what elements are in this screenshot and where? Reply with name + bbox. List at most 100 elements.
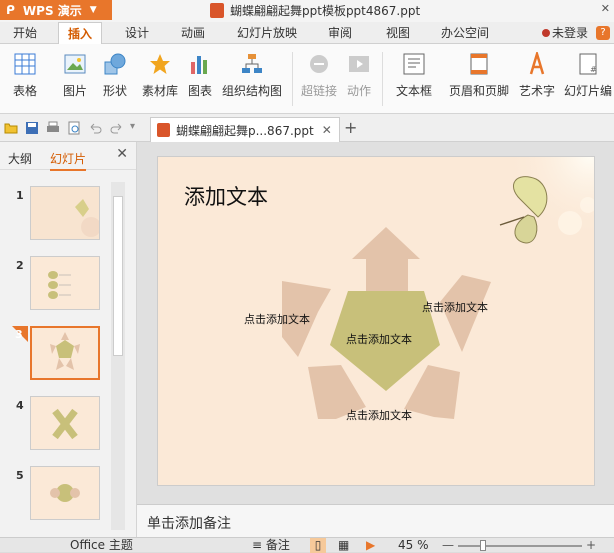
thumbnail-preview <box>31 397 99 449</box>
slideshow-view-icon[interactable]: ▶ <box>366 538 375 553</box>
notes-placeholder: 单击添加备注 <box>147 516 231 532</box>
chart-label: 图表 <box>187 84 212 98</box>
open-folder-icon[interactable] <box>4 121 18 135</box>
tab-slides[interactable]: 幻灯片 <box>50 150 87 171</box>
window-controls[interactable]: ✕ <box>601 2 610 15</box>
thumbnail-preview <box>31 257 99 309</box>
header-footer-label: 页眉和页脚 <box>448 84 509 98</box>
chart-icon <box>191 56 207 74</box>
notes-toggle[interactable]: ≡ 备注 <box>252 538 290 553</box>
panel-tabs: 大纲 幻灯片 ✕ <box>0 142 136 171</box>
slide-thumbnail-5[interactable] <box>30 466 100 520</box>
insert-orgchart-button[interactable]: 组织结构图 <box>220 52 284 108</box>
header-footer-button[interactable]: 页眉和页脚 <box>446 52 512 108</box>
close-panel-icon[interactable]: ✕ <box>116 146 128 162</box>
insert-picture-button[interactable]: 图片 <box>58 52 92 108</box>
shape-label: 形状 <box>102 84 127 98</box>
customize-arrow-icon[interactable]: ▾ <box>130 121 144 135</box>
zoom-out-icon[interactable]: — <box>442 538 454 553</box>
insert-shape-button[interactable]: 形状 <box>96 52 134 108</box>
thumbnail-preview <box>31 187 101 239</box>
document-tab-label: 蝴蝶翩翩起舞p...867.ppt <box>176 123 314 138</box>
close-icon[interactable]: ✕ <box>601 2 610 15</box>
material-library-button[interactable]: 素材库 <box>140 52 180 108</box>
tab-animation[interactable]: 动画 <box>174 22 212 44</box>
window-title: 蝴蝶翩翩起舞ppt模板ppt4867.ppt <box>210 1 420 19</box>
quick-access-bar: ▾ 蝴蝶翩翩起舞p...867.ppt ✕ + <box>0 114 614 142</box>
thumb-number: 4 <box>16 399 24 412</box>
hyperlink-button[interactable]: 超链接 <box>300 52 338 108</box>
tab-outline[interactable]: 大纲 <box>8 150 32 167</box>
action-button[interactable]: 动作 <box>344 52 374 108</box>
normal-view-icon[interactable]: ▯ <box>310 538 326 553</box>
thumbnail-preview <box>32 328 98 378</box>
right-text-placeholder[interactable]: 点击添加文本 <box>422 299 488 315</box>
slide-number-icon: # <box>579 53 597 75</box>
undo-icon[interactable] <box>88 121 102 135</box>
left-text-placeholder[interactable]: 点击添加文本 <box>244 311 310 327</box>
app-menu-button[interactable]: ᑭ WPS 演示 ▼ <box>0 0 112 20</box>
picture-label: 图片 <box>62 84 87 98</box>
wordart-button[interactable]: 艺术字 <box>518 52 556 108</box>
tab-insert[interactable]: 插入 <box>58 22 102 44</box>
tab-office-space[interactable]: 办公空间 <box>434 22 496 44</box>
slide-thumbnail-1[interactable] <box>30 186 101 240</box>
scrollbar-thumb[interactable] <box>113 196 123 356</box>
save-icon[interactable] <box>25 121 39 135</box>
ppt-file-icon <box>210 2 224 18</box>
tab-slideshow[interactable]: 幻灯片放映 <box>232 22 302 44</box>
slide-panel: 大纲 幻灯片 ✕ 1 2 3 4 5 <box>0 142 137 537</box>
theme-label: Office 主题 <box>70 538 133 552</box>
slide-number-button[interactable]: # 幻灯片编 <box>562 52 614 108</box>
close-tab-icon[interactable]: ✕ <box>322 123 332 137</box>
new-tab-icon[interactable]: + <box>344 118 357 137</box>
app-name: WPS 演示 <box>22 3 82 18</box>
textbox-label: 文本框 <box>395 84 432 98</box>
thumbnail-scrollbar[interactable] <box>111 182 125 530</box>
tab-design[interactable]: 设计 <box>118 22 156 44</box>
insert-textbox-button[interactable]: 文本框 <box>390 52 438 108</box>
print-preview-icon[interactable] <box>67 121 81 135</box>
zoom-slider-thumb[interactable] <box>480 540 486 551</box>
table-label: 表格 <box>12 84 37 98</box>
svg-text:#: # <box>590 65 597 74</box>
help-icon[interactable]: ? <box>596 26 610 40</box>
ribbon-tabbar: 开始 插入 设计 动画 幻灯片放映 审阅 视图 办公空间 未登录 ? <box>0 22 614 44</box>
tab-view[interactable]: 视图 <box>380 22 416 44</box>
notes-icon: ≡ <box>252 538 263 552</box>
tab-review[interactable]: 审阅 <box>318 22 362 44</box>
login-button[interactable]: 未登录 <box>541 22 588 44</box>
action-label: 动作 <box>346 84 371 98</box>
user-status-icon <box>541 29 550 37</box>
action-icon <box>349 56 369 72</box>
bottom-text-placeholder[interactable]: 点击添加文本 <box>346 407 412 423</box>
header-footer-icon <box>470 53 488 75</box>
textbox-icon <box>403 53 425 75</box>
material-label: 素材库 <box>141 84 178 98</box>
sorter-view-icon[interactable]: ▦ <box>338 538 349 553</box>
star-icon <box>150 54 170 74</box>
zoom-in-icon[interactable]: + <box>586 538 596 553</box>
ribbon-separator <box>292 52 293 106</box>
ribbon-insert: 表格 图片 形状 素材库 图表 组织结构图 超链接 动作 文本框 页眉和页脚 艺… <box>0 44 614 114</box>
tab-start[interactable]: 开始 <box>6 22 44 44</box>
center-text-placeholder[interactable]: 点击添加文本 <box>346 331 412 347</box>
notes-pane[interactable]: 单击添加备注 <box>137 504 614 537</box>
insert-chart-button[interactable]: 图表 <box>186 52 214 108</box>
slide-thumbnail-4[interactable] <box>30 396 100 450</box>
slide-thumbnail-2[interactable] <box>30 256 100 310</box>
orgchart-label: 组织结构图 <box>221 84 282 98</box>
zoom-slider[interactable] <box>458 545 582 547</box>
print-icon[interactable] <box>46 121 60 135</box>
orgchart-icon <box>242 54 262 73</box>
slide-title[interactable]: 添加文本 <box>184 181 268 211</box>
wordart-label: 艺术字 <box>518 84 555 98</box>
redo-icon[interactable] <box>110 121 124 135</box>
thumb-number: 3 <box>15 328 23 341</box>
zoom-level: 45 % <box>398 538 429 552</box>
document-tab[interactable]: 蝴蝶翩翩起舞p...867.ppt ✕ <box>150 117 340 142</box>
insert-table-button[interactable]: 表格 <box>6 52 44 108</box>
doc-title-text: 蝴蝶翩翩起舞ppt模板ppt4867.ppt <box>230 3 421 18</box>
slide-canvas[interactable]: 添加文本 点击添加文本 点击添加文本 点击添加文本 点击添加文本 <box>157 156 595 486</box>
slide-thumbnail-3[interactable] <box>30 326 100 380</box>
